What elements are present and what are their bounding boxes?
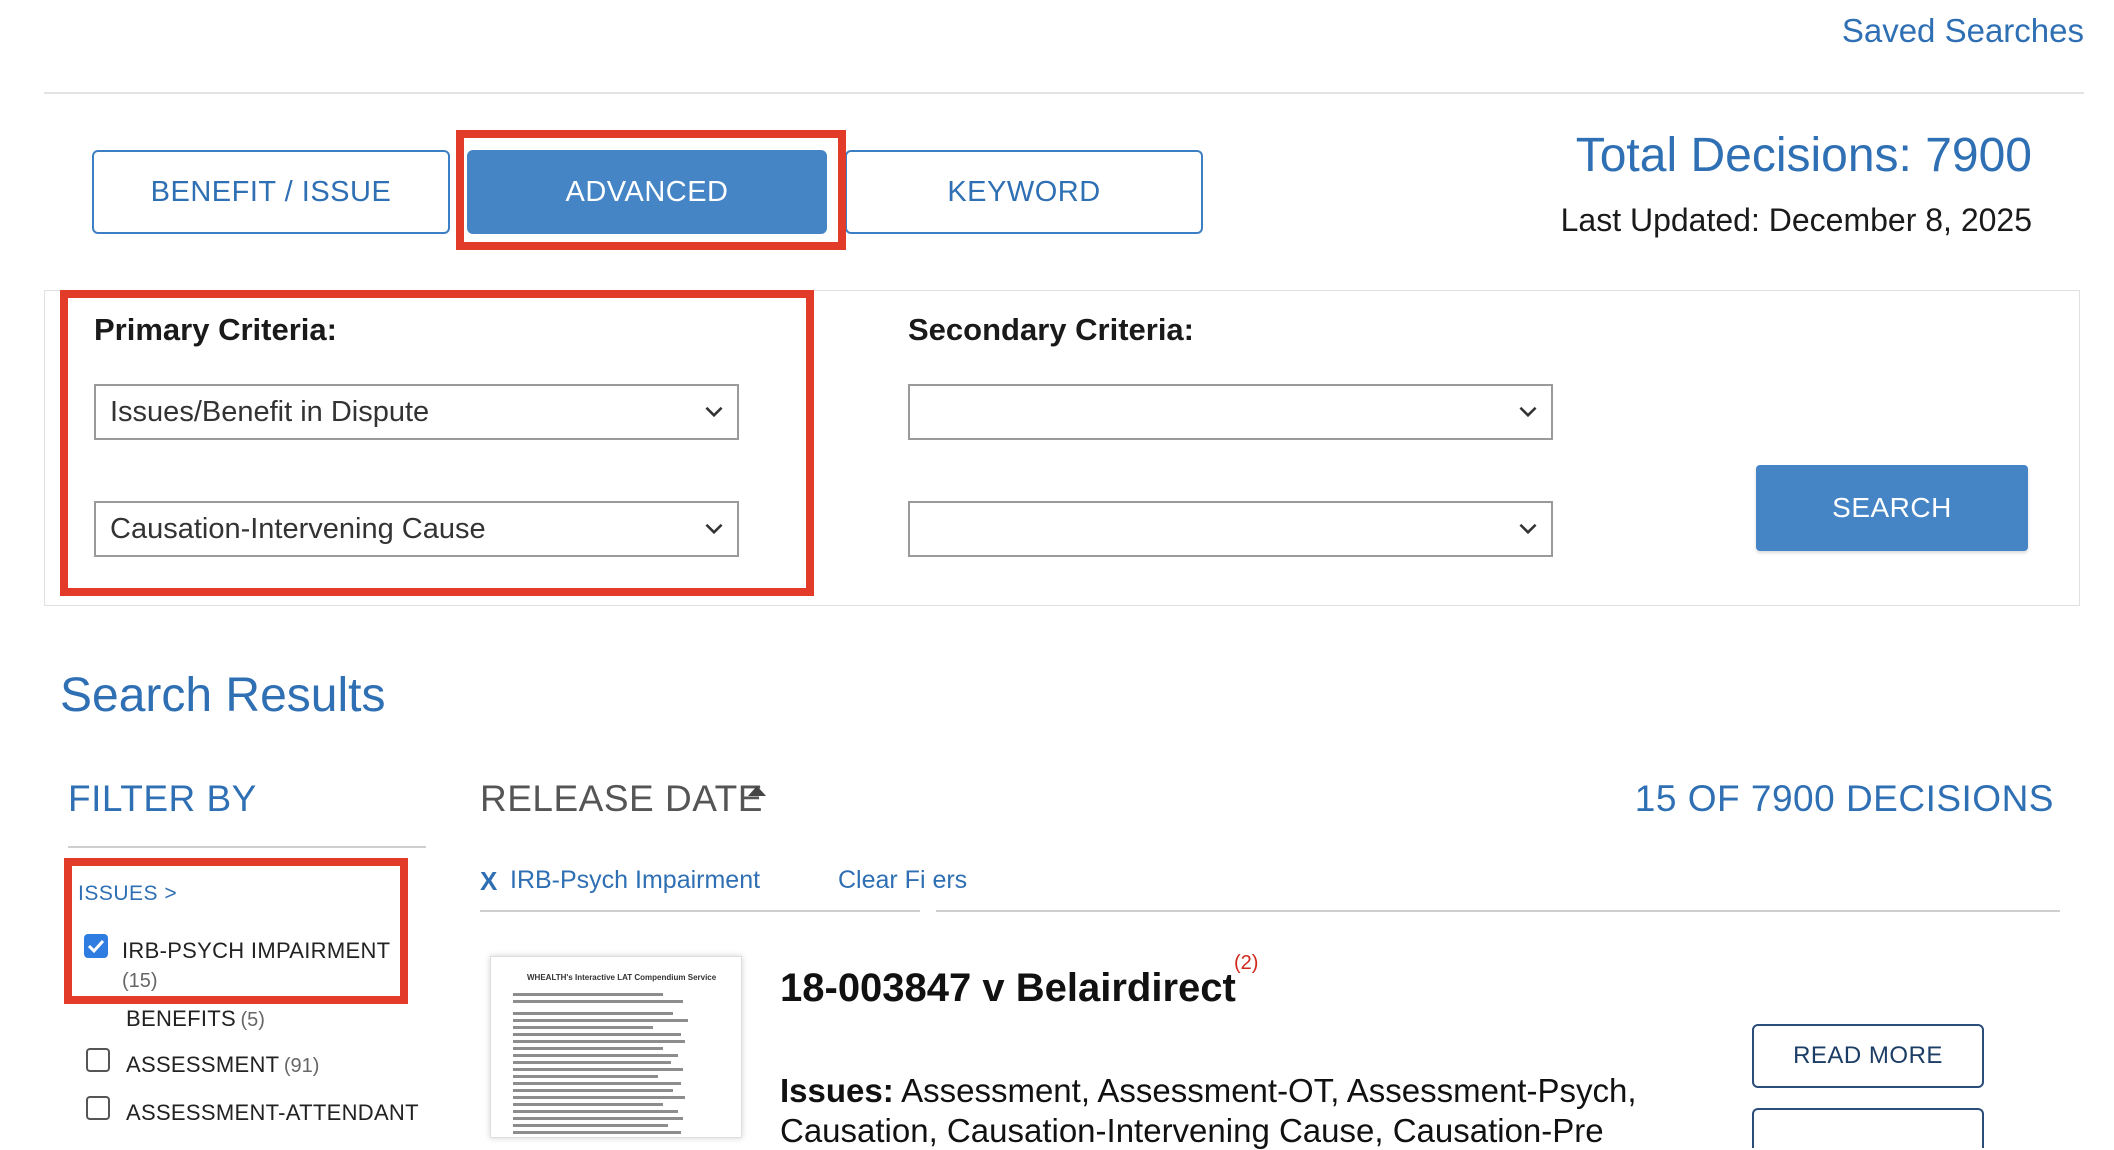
top-divider [44, 92, 2084, 94]
clear-filters-link[interactable]: Clear Fi ers [838, 866, 968, 895]
tab-keyword[interactable]: KEYWORD [845, 150, 1203, 234]
thumbnail-text-line [513, 1124, 668, 1127]
secondary-criteria-label: Secondary Criteria: [908, 312, 1194, 347]
thumbnail-text-line [513, 1096, 685, 1099]
saved-searches-link[interactable]: Saved Searches [1842, 12, 2084, 50]
filter-label-assessment: ASSESSMENT [126, 1052, 280, 1077]
primary-select-2[interactable]: Causation-Intervening Cause [94, 501, 739, 557]
filter-count-benefits: (5) [240, 1009, 265, 1031]
checkbox-irb-psych[interactable] [84, 934, 108, 958]
decision-count: 15 OF 7900 DECISIONS [1634, 778, 2054, 819]
highlight-issues-filter [64, 858, 408, 1004]
filter-benefits[interactable]: BENEFITS (5) [126, 1006, 265, 1032]
thumbnail-text-line [513, 1019, 688, 1022]
check-icon [87, 939, 105, 954]
thumbnail-text-line [513, 1075, 658, 1078]
chip-divider-right [936, 910, 2060, 912]
last-updated: Last Updated: December 8, 2025 [1560, 202, 2032, 238]
thumbnail-text-line [513, 1089, 673, 1092]
thumbnail-text-line [513, 1033, 681, 1036]
filter-label-benefits: BENEFITS [126, 1006, 236, 1031]
filter-divider [68, 846, 426, 848]
chevron-down-icon [1519, 406, 1537, 418]
checkbox-assessment-attendant[interactable] [86, 1096, 110, 1120]
issues-text: Assessment, Assessment-OT, Assessment-Ps… [901, 1072, 1637, 1109]
primary-criteria-label: Primary Criteria: [94, 312, 337, 347]
thumbnail-text-line [513, 1047, 663, 1050]
thumbnail-text-line [513, 1012, 673, 1015]
document-thumbnail[interactable]: WHEALTH's Interactive LAT Compendium Ser… [490, 956, 742, 1138]
active-filter-chip[interactable]: IRB-Psych Impairment [510, 866, 760, 895]
issues-filter-heading[interactable]: ISSUES > [78, 882, 177, 906]
chevron-down-icon [1519, 523, 1537, 535]
filter-count-assessment: (91) [283, 1055, 320, 1077]
secondary-select-1[interactable] [908, 384, 1553, 440]
filter-assessment: ASSESSMENT (91) [126, 1052, 319, 1078]
primary-select-1[interactable]: Issues/Benefit in Dispute [94, 384, 739, 440]
tab-advanced[interactable]: ADVANCED [467, 150, 827, 234]
decision-superscript: (2) [1234, 952, 1259, 974]
thumbnail-text-line [513, 1131, 681, 1134]
primary-select-2-value: Causation-Intervening Cause [110, 512, 486, 545]
filter-by-heading: FILTER BY [68, 778, 257, 819]
thumbnail-heading: WHEALTH's Interactive LAT Compendium Ser… [527, 973, 717, 982]
search-results-title: Search Results [60, 669, 386, 722]
decision-issues: Issues: Assessment, Assessment-OT, Asses… [780, 1072, 1637, 1110]
issues-label: Issues: [780, 1072, 894, 1109]
thumbnail-text-line [513, 1117, 683, 1120]
filter-count-irb-psych: (15) [122, 970, 158, 992]
sort-up-arrow-icon[interactable] [748, 786, 766, 796]
thumbnail-text-line [513, 1110, 678, 1113]
decision-issues-continued: Causation, Causation-Intervening Cause, … [780, 1112, 1604, 1149]
secondary-action-button[interactable] [1752, 1108, 1984, 1148]
thumbnail-text-line [513, 1068, 683, 1071]
sort-release-date[interactable]: RELEASE DATE [480, 778, 763, 820]
chevron-down-icon [705, 523, 723, 535]
thumbnail-text-line [513, 1040, 685, 1043]
primary-select-1-value: Issues/Benefit in Dispute [110, 395, 430, 428]
thumbnail-text-line [513, 1054, 678, 1057]
total-decisions: Total Decisions: 7900 [1575, 129, 2032, 182]
thumbnail-text-line [513, 993, 663, 996]
checkbox-assessment[interactable] [86, 1048, 110, 1072]
remove-filter-icon[interactable]: X [480, 866, 497, 897]
decision-title[interactable]: 18-003847 v Belairdirect [780, 966, 1236, 1011]
filter-label-irb-psych: IRB-PSYCH IMPAIRMENT [122, 938, 391, 963]
chip-divider-left [480, 910, 920, 912]
search-button[interactable]: SEARCH [1756, 465, 2028, 551]
thumbnail-text-line [513, 1082, 681, 1085]
secondary-select-2[interactable] [908, 501, 1553, 557]
thumbnail-text-line [513, 1103, 663, 1106]
thumbnail-text-line [513, 1026, 653, 1029]
read-more-button[interactable]: READ MORE [1752, 1024, 1984, 1088]
filter-label-assessment-attendant: ASSESSMENT-ATTENDANT [126, 1100, 419, 1125]
tab-benefit-issue[interactable]: BENEFIT / ISSUE [92, 150, 450, 234]
chevron-down-icon [705, 406, 723, 418]
thumbnail-text-line [513, 1000, 683, 1003]
thumbnail-text-line [513, 1061, 671, 1064]
